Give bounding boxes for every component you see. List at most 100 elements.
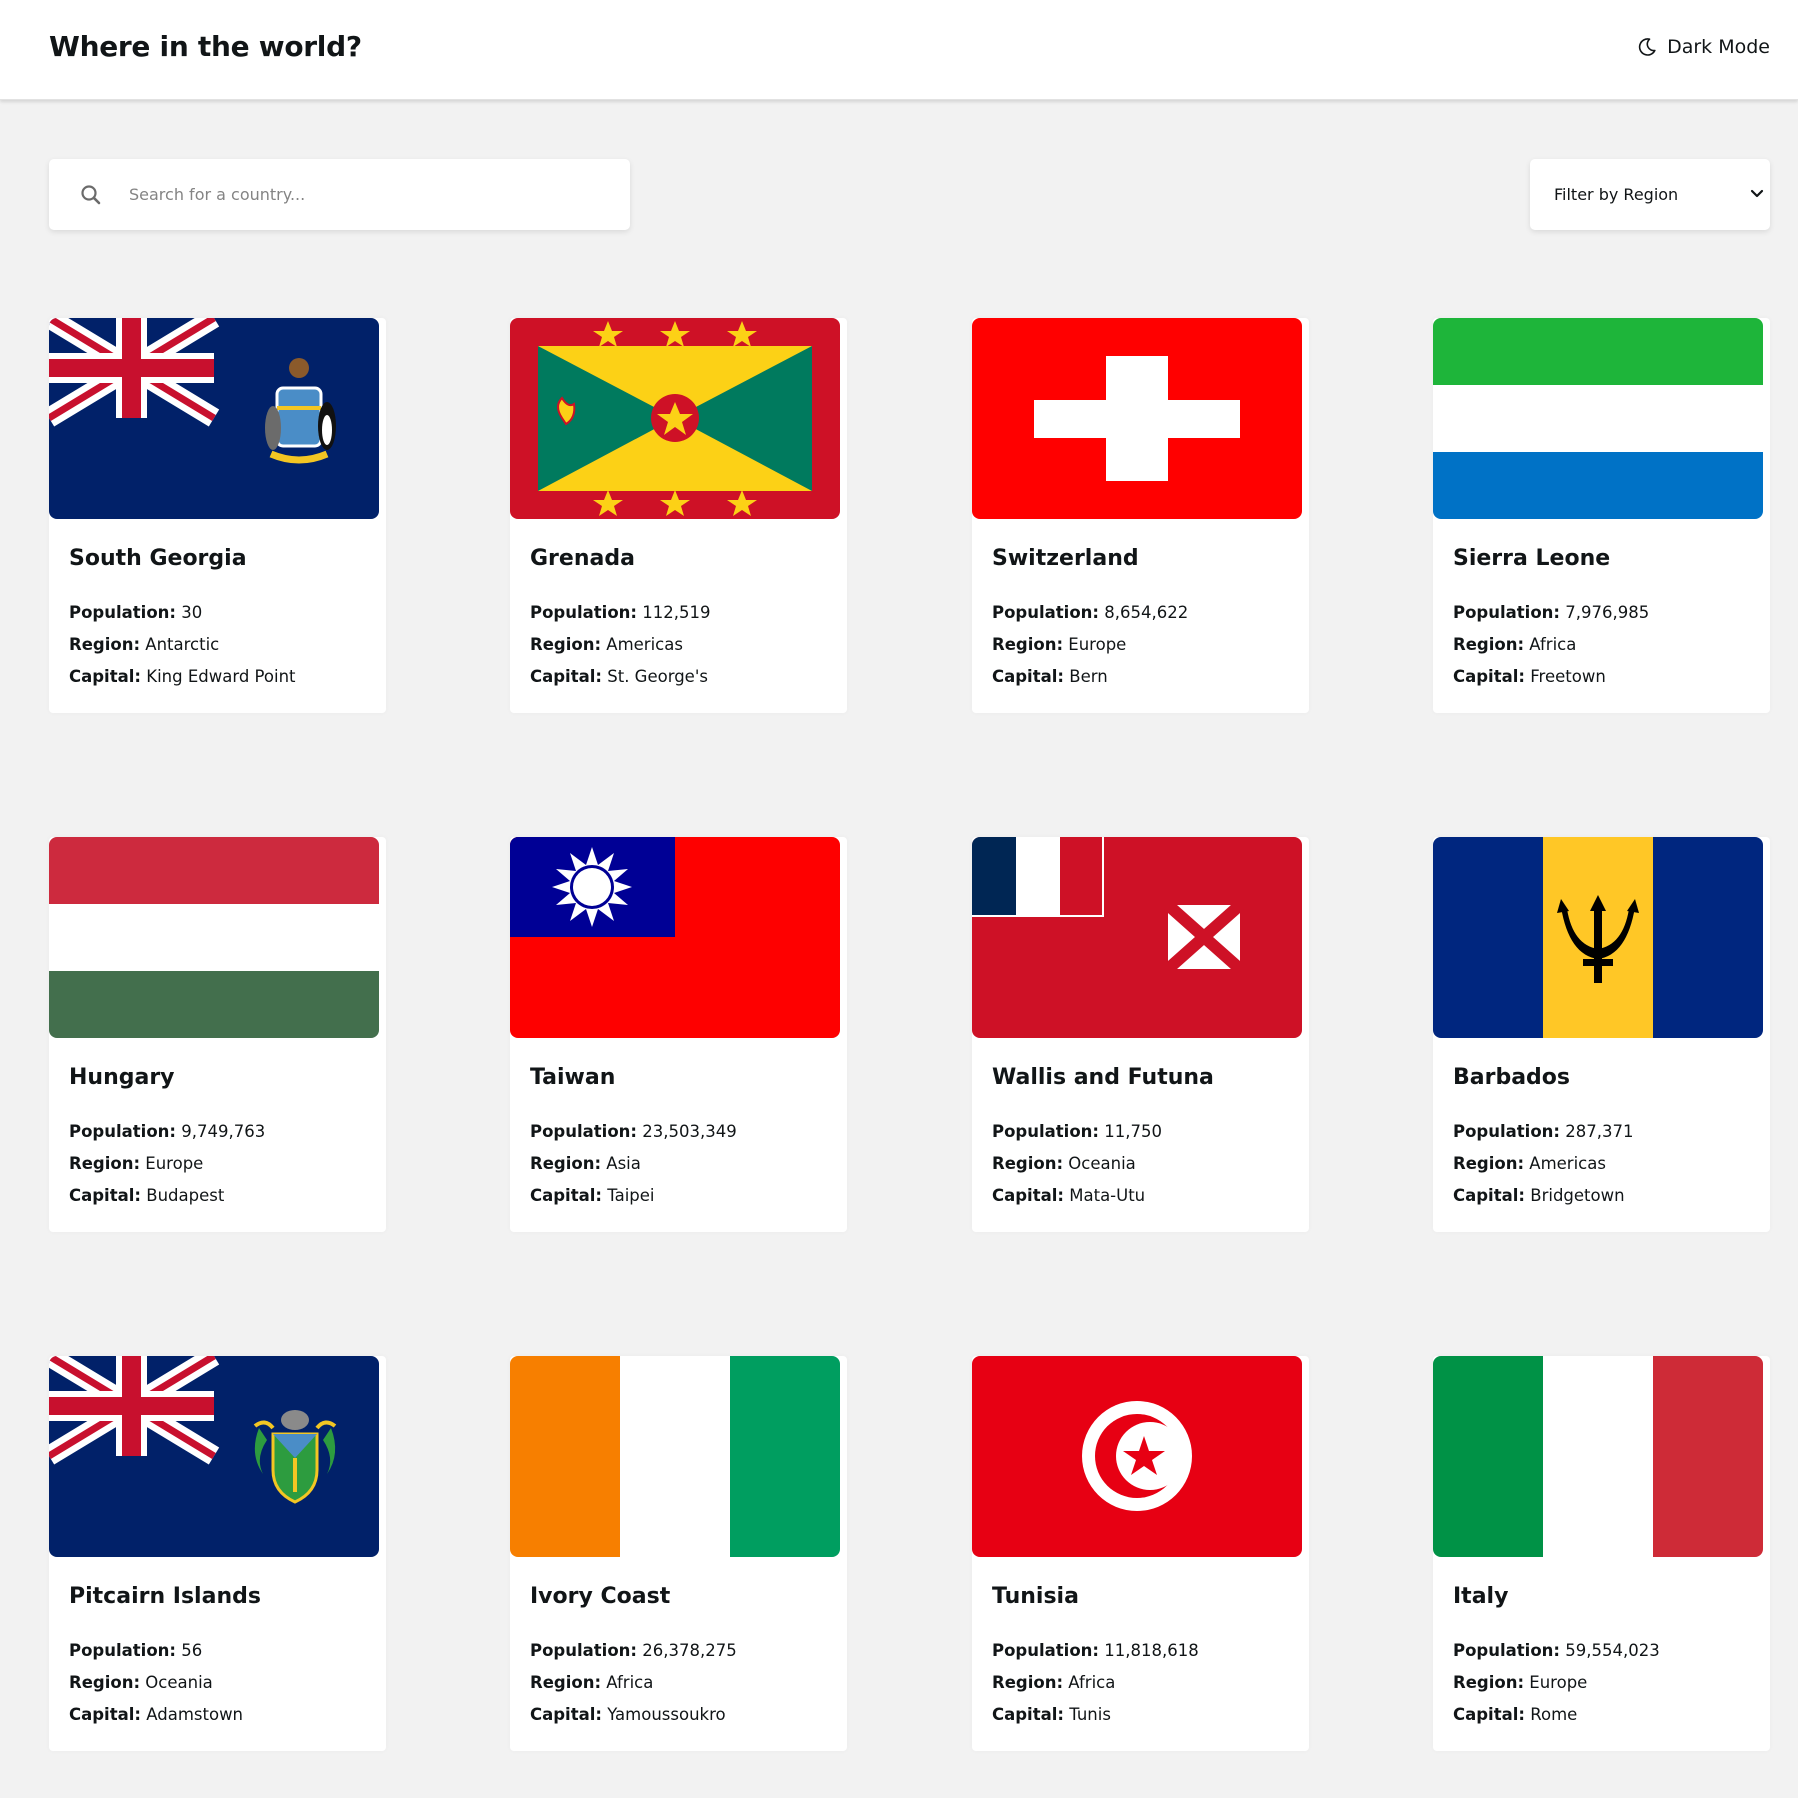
- capital-label: Capital:: [530, 1705, 602, 1724]
- region-value: Oceania: [145, 1673, 213, 1692]
- country-card[interactable]: Sierra Leone Population: 7,976,985 Regio…: [1433, 318, 1770, 713]
- region-label: Region:: [530, 635, 602, 654]
- country-name: Wallis and Futuna: [992, 1065, 1214, 1090]
- country-name: Pitcairn Islands: [69, 1584, 261, 1609]
- country-details: Population: 11,750 Region: Oceania Capit…: [992, 1116, 1162, 1212]
- capital-label: Capital:: [69, 1705, 141, 1724]
- population-value: 59,554,023: [1565, 1641, 1660, 1660]
- country-details: Population: 26,378,275 Region: Africa Ca…: [530, 1635, 737, 1731]
- region-label: Region:: [1453, 1154, 1525, 1173]
- country-card[interactable]: Grenada Population: 112,519 Region: Amer…: [510, 318, 847, 713]
- region-label: Region:: [69, 1673, 141, 1692]
- population-value: 11,818,618: [1104, 1641, 1199, 1660]
- country-card[interactable]: Ivory Coast Population: 26,378,275 Regio…: [510, 1356, 847, 1751]
- capital-value: Yamoussoukro: [607, 1705, 726, 1724]
- region-value: Africa: [606, 1673, 654, 1692]
- region-label: Region:: [530, 1154, 602, 1173]
- flag-switzerland: [972, 318, 1302, 519]
- region-filter-label: Filter by Region: [1554, 185, 1679, 204]
- flag-south-georgia: [49, 318, 379, 519]
- population-value: 11,750: [1104, 1122, 1162, 1141]
- flag-grenada: [510, 318, 840, 519]
- region-label: Region:: [1453, 1673, 1525, 1692]
- capital-value: Bridgetown: [1530, 1186, 1625, 1205]
- capital-value: Bern: [1069, 667, 1108, 686]
- capital-label: Capital:: [992, 667, 1064, 686]
- population-value: 8,654,622: [1104, 603, 1189, 622]
- flag-tunisia: [972, 1356, 1302, 1557]
- capital-label: Capital:: [992, 1705, 1064, 1724]
- population-label: Population:: [1453, 1641, 1561, 1660]
- country-details: Population: 287,371 Region: Americas Cap…: [1453, 1116, 1634, 1212]
- country-name: Italy: [1453, 1584, 1509, 1609]
- population-value: 7,976,985: [1565, 603, 1650, 622]
- region-value: Asia: [606, 1154, 641, 1173]
- population-value: 26,378,275: [642, 1641, 737, 1660]
- capital-value: Taipei: [607, 1186, 655, 1205]
- region-value: Europe: [1068, 635, 1127, 654]
- flag-italy: [1433, 1356, 1763, 1557]
- flag-barbados: [1433, 837, 1763, 1038]
- population-value: 112,519: [642, 603, 711, 622]
- population-label: Population:: [530, 1122, 638, 1141]
- country-card[interactable]: Hungary Population: 9,749,763 Region: Eu…: [49, 837, 386, 1232]
- flag-sierra-leone: [1433, 318, 1763, 519]
- chevron-down-icon: [1750, 189, 1764, 198]
- capital-value: Mata-Utu: [1069, 1186, 1146, 1205]
- country-details: Population: 8,654,622 Region: Europe Cap…: [992, 597, 1188, 693]
- flag-pitcairn-islands: [49, 1356, 379, 1557]
- capital-value: Budapest: [146, 1186, 225, 1205]
- population-value: 23,503,349: [642, 1122, 737, 1141]
- region-label: Region:: [69, 1154, 141, 1173]
- capital-label: Capital:: [69, 667, 141, 686]
- country-card[interactable]: Italy Population: 59,554,023 Region: Eur…: [1433, 1356, 1770, 1751]
- region-filter-select[interactable]: Filter by Region: [1530, 159, 1770, 230]
- country-card[interactable]: Wallis and Futuna Population: 11,750 Reg…: [972, 837, 1309, 1232]
- region-value: Americas: [606, 635, 683, 654]
- country-card[interactable]: Pitcairn Islands Population: 56 Region: …: [49, 1356, 386, 1751]
- dark-mode-label: Dark Mode: [1667, 36, 1770, 58]
- capital-value: Rome: [1530, 1705, 1578, 1724]
- dark-mode-toggle[interactable]: Dark Mode: [1637, 36, 1770, 58]
- population-label: Population:: [1453, 603, 1561, 622]
- country-name: Taiwan: [530, 1065, 616, 1090]
- population-label: Population:: [1453, 1122, 1561, 1141]
- population-value: 9,749,763: [181, 1122, 266, 1141]
- country-card[interactable]: Tunisia Population: 11,818,618 Region: A…: [972, 1356, 1309, 1751]
- capital-label: Capital:: [69, 1186, 141, 1205]
- moon-icon: [1638, 38, 1656, 56]
- population-label: Population:: [69, 1122, 177, 1141]
- capital-value: Freetown: [1530, 667, 1606, 686]
- capital-value: King Edward Point: [146, 667, 296, 686]
- capital-value: Adamstown: [146, 1705, 244, 1724]
- region-value: Americas: [1529, 1154, 1606, 1173]
- region-label: Region:: [530, 1673, 602, 1692]
- population-label: Population:: [530, 603, 638, 622]
- flag-wallis-and-futuna: [972, 837, 1302, 1038]
- country-name: Grenada: [530, 546, 635, 571]
- country-card[interactable]: Taiwan Population: 23,503,349 Region: As…: [510, 837, 847, 1232]
- search-box: [49, 159, 630, 230]
- search-input[interactable]: [129, 159, 609, 230]
- capital-label: Capital:: [992, 1186, 1064, 1205]
- country-name: Switzerland: [992, 546, 1139, 571]
- country-card[interactable]: South Georgia Population: 30 Region: Ant…: [49, 318, 386, 713]
- country-name: Tunisia: [992, 1584, 1079, 1609]
- region-value: Africa: [1068, 1673, 1116, 1692]
- region-value: Europe: [145, 1154, 204, 1173]
- region-label: Region:: [992, 635, 1064, 654]
- population-label: Population:: [530, 1641, 638, 1660]
- capital-label: Capital:: [530, 667, 602, 686]
- country-details: Population: 23,503,349 Region: Asia Capi…: [530, 1116, 737, 1212]
- capital-label: Capital:: [1453, 667, 1525, 686]
- region-value: Europe: [1529, 1673, 1588, 1692]
- capital-value: Tunis: [1069, 1705, 1111, 1724]
- country-details: Population: 112,519 Region: Americas Cap…: [530, 597, 711, 693]
- country-name: South Georgia: [69, 546, 247, 571]
- country-card[interactable]: Switzerland Population: 8,654,622 Region…: [972, 318, 1309, 713]
- country-details: Population: 59,554,023 Region: Europe Ca…: [1453, 1635, 1660, 1731]
- country-details: Population: 11,818,618 Region: Africa Ca…: [992, 1635, 1199, 1731]
- population-label: Population:: [992, 1122, 1100, 1141]
- country-card[interactable]: Barbados Population: 287,371 Region: Ame…: [1433, 837, 1770, 1232]
- country-details: Population: 30 Region: Antarctic Capital…: [69, 597, 296, 693]
